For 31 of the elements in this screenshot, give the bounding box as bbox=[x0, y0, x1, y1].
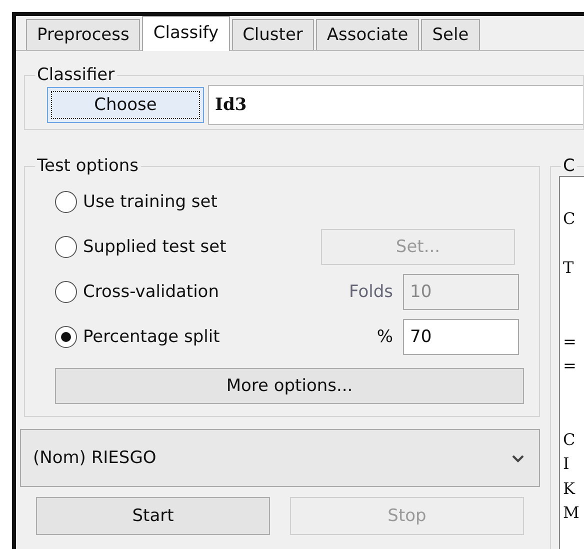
choose-button[interactable]: Choose bbox=[47, 87, 204, 123]
chevron-down-icon bbox=[511, 454, 525, 462]
field-label: Folds bbox=[348, 282, 394, 302]
start-button[interactable]: Start bbox=[36, 497, 270, 535]
output-line: I bbox=[563, 453, 570, 475]
option-label: Cross-validation bbox=[83, 282, 220, 302]
output-line: C bbox=[563, 428, 576, 450]
more-options-button[interactable]: More options... bbox=[55, 368, 524, 404]
output-line: = bbox=[563, 330, 578, 352]
group-title: Test options bbox=[36, 156, 140, 176]
field-label: % bbox=[376, 327, 394, 347]
option-label: Use training set bbox=[83, 192, 218, 212]
radio-button[interactable] bbox=[55, 326, 77, 348]
output-line: C bbox=[563, 208, 576, 230]
tab[interactable]: Preprocess bbox=[26, 19, 140, 50]
group-title: Classifier bbox=[36, 65, 116, 85]
input-field[interactable]: 70 bbox=[403, 319, 519, 355]
radio-button[interactable] bbox=[55, 191, 77, 213]
tab[interactable]: Sele bbox=[421, 19, 480, 50]
dropdown[interactable]: (Nom) RIESGO bbox=[20, 429, 540, 487]
output-line: M bbox=[563, 502, 580, 524]
group-title: C bbox=[562, 156, 576, 176]
tab[interactable]: Cluster bbox=[232, 19, 314, 50]
output-line: T bbox=[563, 257, 575, 279]
option-label: Percentage split bbox=[83, 327, 221, 347]
tab[interactable]: Classify bbox=[142, 16, 230, 51]
tab[interactable]: Associate bbox=[316, 19, 420, 50]
output-line: = bbox=[563, 355, 578, 377]
option-label: Supplied test set bbox=[83, 237, 228, 257]
output-line: K bbox=[563, 478, 576, 500]
classifier-field[interactable]: Id3 bbox=[208, 85, 583, 125]
